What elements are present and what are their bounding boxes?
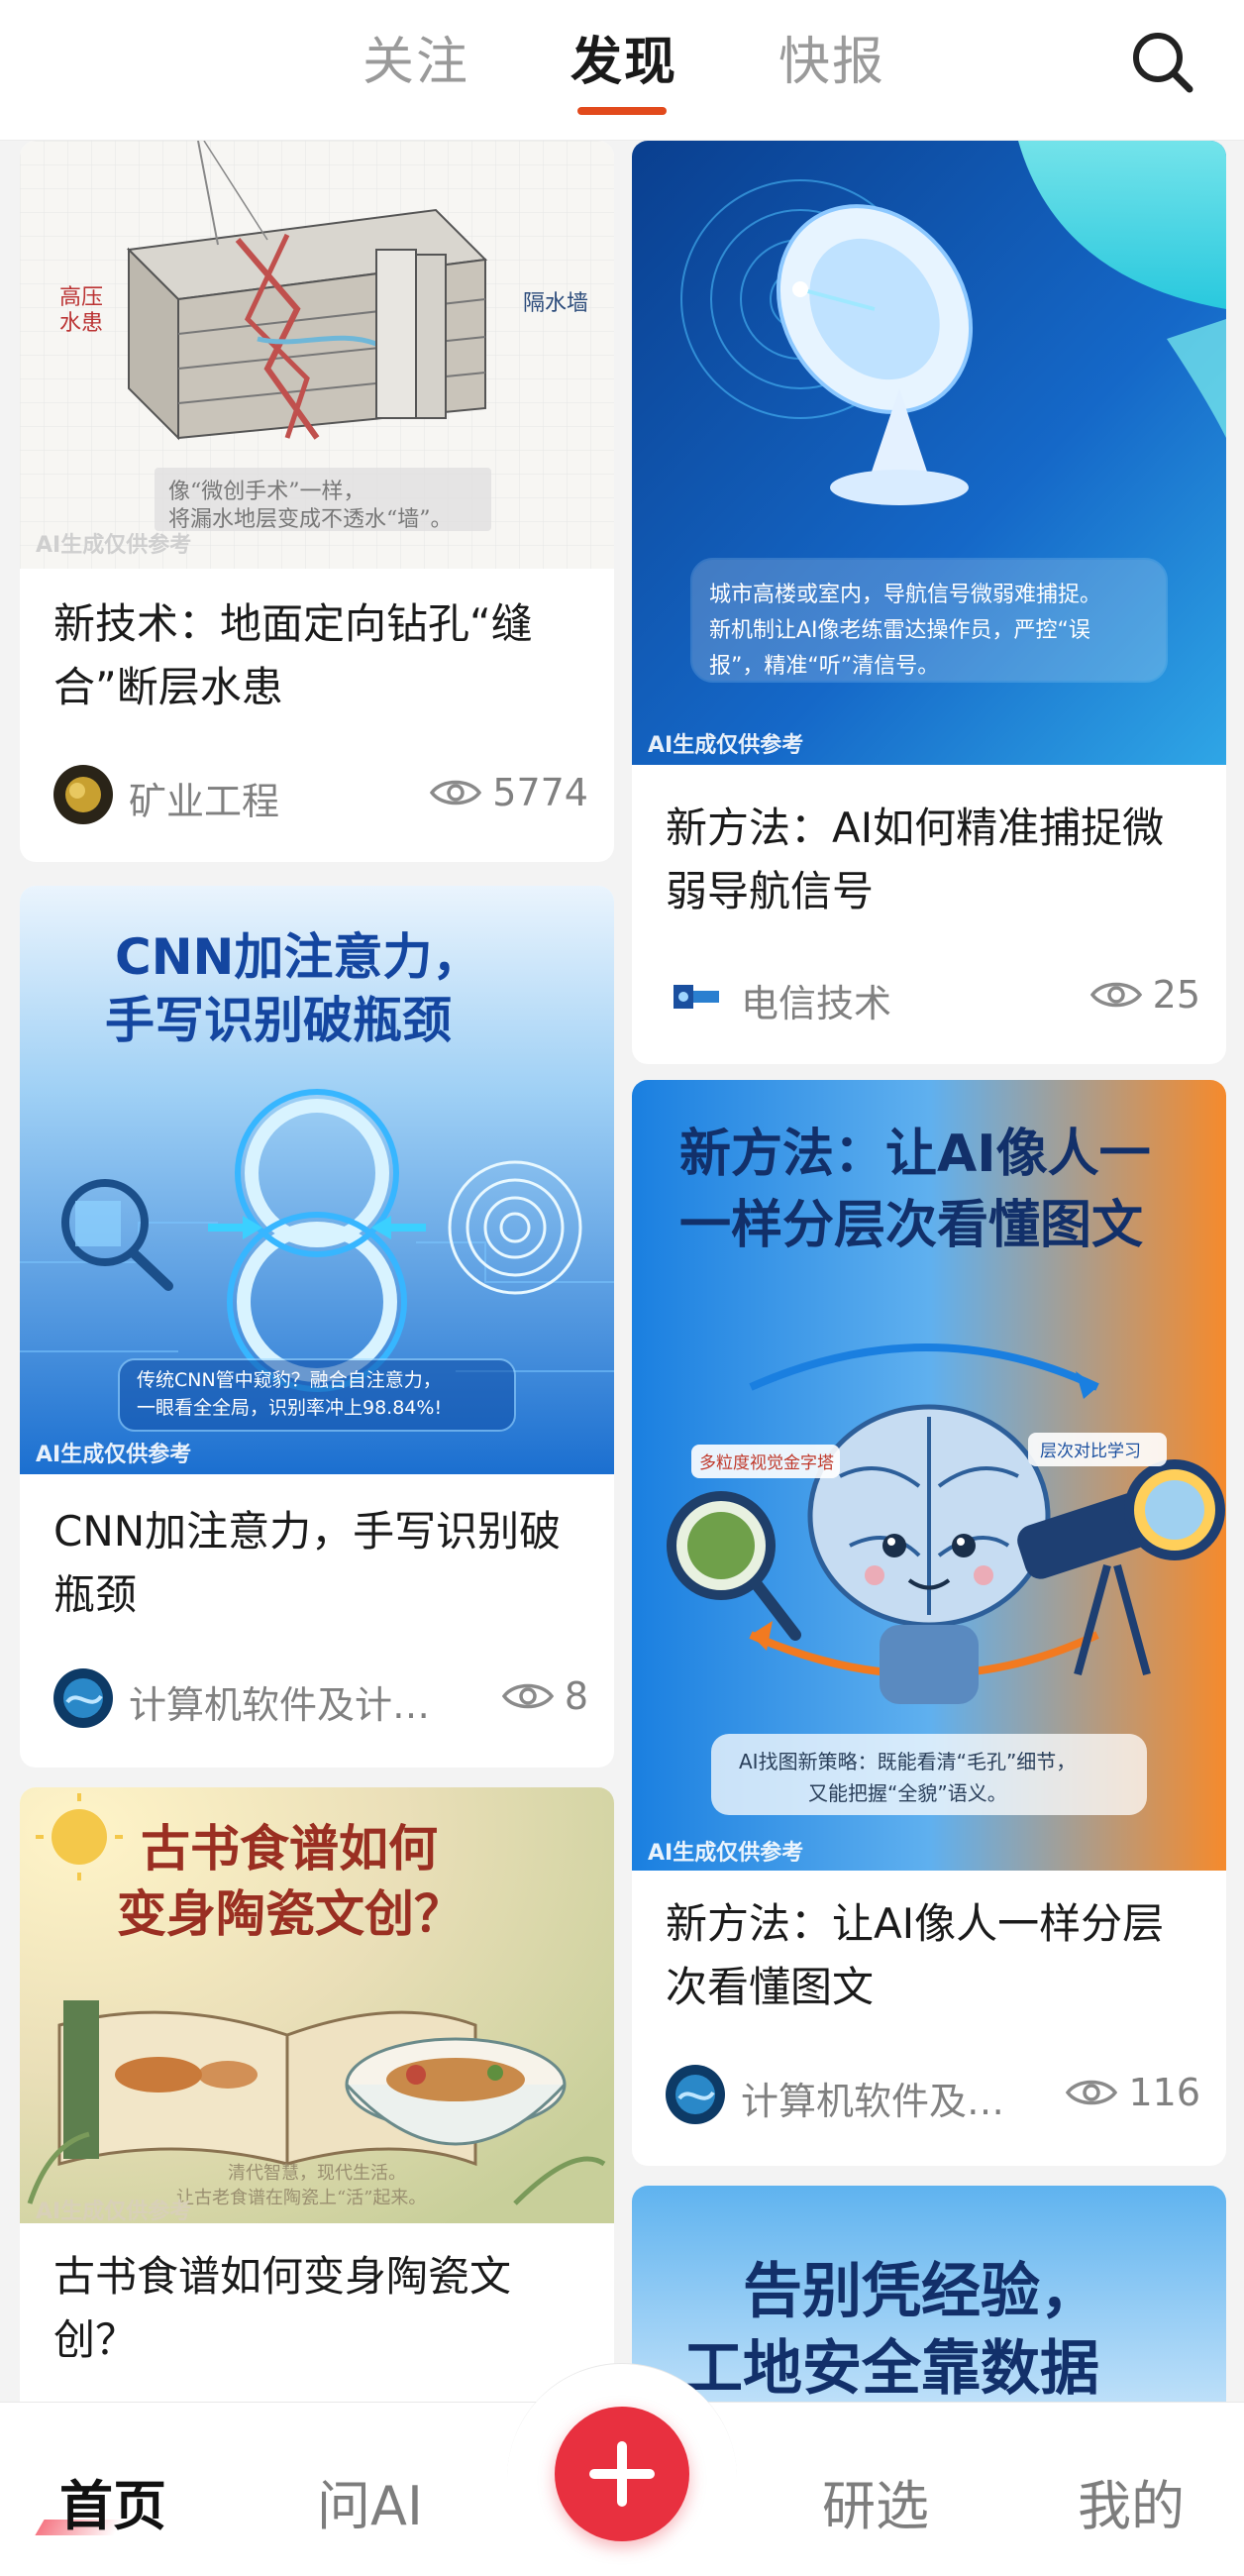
- active-tab-indicator: [577, 107, 667, 115]
- card-cover-image: 新方法：让AI像人一 一样分层次看懂图文 多粒度视觉金字塔 层次对比学习 AI找…: [632, 1080, 1226, 1871]
- source-avatar: [53, 1668, 113, 1728]
- cover-headline: CNN加注意力，: [115, 928, 482, 986]
- source-avatar: [666, 2065, 725, 2124]
- view-count: 8: [501, 1674, 588, 1718]
- card-title[interactable]: 新方法：让AI像人一样分层次看懂图文: [666, 1892, 1200, 2019]
- search-button[interactable]: [1124, 24, 1199, 99]
- cover-tag: 层次对比学习: [1040, 1442, 1141, 1461]
- card-title[interactable]: 古书食谱如何变身陶瓷文创？: [53, 2245, 588, 2372]
- top-nav-bar: 关注 发现 快报: [0, 0, 1244, 141]
- feed-card[interactable]: 古书食谱如何 变身陶瓷文创？ 清代智慧，现代生活。 让古老食谱在陶瓷上“活”起来…: [20, 1787, 614, 2481]
- cover-caption: AI找图新策略：既能看清“毛孔”细节，: [739, 1750, 1077, 1773]
- feed-card[interactable]: 城市高楼或室内，导航信号微弱难捕捉。 新机制让AI像老练雷达操作员，严控“误 报…: [632, 141, 1226, 1064]
- cover-headline: 新方法：让AI像人一: [679, 1125, 1151, 1184]
- cover-headline: 一样分层次看懂图文: [679, 1196, 1144, 1255]
- tab-follow[interactable]: 关注: [363, 20, 469, 94]
- tab-discover[interactable]: 发现: [570, 20, 677, 94]
- card-meta: 电信技术 25: [666, 967, 1200, 1028]
- bottom-nav-bar: 首页 问AI 研选 我的: [0, 2363, 1244, 2576]
- eye-icon: [1089, 982, 1142, 1007]
- cover-caption: 让古老食谱在陶瓷上“活”起来。: [176, 2188, 427, 2208]
- view-count-value: 25: [1152, 973, 1200, 1017]
- ai-generated-label: AI生成仅供参考: [36, 2200, 192, 2223]
- search-icon: [1133, 33, 1193, 93]
- cover-headline: 古书食谱如何: [141, 1819, 438, 1878]
- view-count: 116: [1065, 2071, 1200, 2114]
- view-count-value: 5774: [492, 771, 588, 814]
- view-count-value: 116: [1128, 2071, 1200, 2114]
- cover-text-label: 水患: [59, 311, 104, 336]
- cover-headline: 工地安全靠数据: [683, 2334, 1099, 2404]
- source-name[interactable]: 计算机软件及…: [741, 2071, 1038, 2125]
- card-title[interactable]: CNN加注意力，手写识别破瓶颈: [53, 1500, 588, 1627]
- card-title[interactable]: 新技术：地面定向钻孔“缝合”断层水患: [53, 592, 588, 719]
- card-meta: 矿业工程 5774: [53, 765, 588, 826]
- source-avatar: [53, 765, 113, 824]
- card-cover-image: CNN加注意力， 手写识别破瓶颈 传统CNN管中窥豹？融合自注意力， 一眼看全全…: [20, 886, 614, 1474]
- cover-caption: 传统CNN管中窥豹？融合自注意力，: [137, 1369, 442, 1391]
- cover-caption: 新机制让AI像老练雷达操作员，严控“误: [709, 618, 1090, 643]
- cover-caption: 城市高楼或室内，导航信号微弱难捕捉。: [709, 583, 1102, 607]
- create-post-button[interactable]: [555, 2407, 689, 2541]
- ai-generated-label: AI生成仅供参考: [648, 733, 804, 758]
- cover-headline: 手写识别破瓶颈: [105, 992, 452, 1049]
- view-count: 5774: [429, 771, 588, 814]
- cover-caption: 将漏水地层变成不透水“墙”。: [168, 507, 453, 532]
- source-name[interactable]: 矿业工程: [129, 771, 406, 825]
- nav-ask-ai[interactable]: 问AI: [317, 2462, 423, 2540]
- view-count: 25: [1089, 973, 1200, 1017]
- card-meta: 计算机软件及计… 8: [53, 1668, 588, 1730]
- card-meta: 计算机软件及… 116: [666, 2065, 1200, 2126]
- cover-text-label: 隔水墙: [523, 291, 589, 316]
- cover-caption: 报”，精准“听”清信号。: [709, 654, 940, 679]
- card-cover-image: 城市高楼或室内，导航信号微弱难捕捉。 新机制让AI像老练雷达操作员，严控“误 报…: [632, 141, 1226, 765]
- tab-news-flash[interactable]: 快报: [778, 20, 885, 94]
- ai-generated-label: AI生成仅供参考: [36, 533, 192, 558]
- feed-card[interactable]: 高压 水患 隔水墙 像“微创手术”一样， 将漏水地层变成不透水“墙”。 AI生成…: [20, 141, 614, 862]
- cover-caption: 又能把握“全貌”语义。: [808, 1781, 1007, 1805]
- source-avatar: [666, 967, 725, 1026]
- feed-card[interactable]: 新方法：让AI像人一 一样分层次看懂图文 多粒度视觉金字塔 层次对比学习 AI找…: [632, 1080, 1226, 2166]
- app-screen: 关注 发现 快报 高压 水患 隔水墙 像“微创手术”一样， 将漏水地层变成不透水…: [0, 0, 1244, 2576]
- ai-generated-label: AI生成仅供参考: [36, 1443, 192, 1467]
- cover-tag: 多粒度视觉金字塔: [699, 1453, 834, 1473]
- plus-icon: [589, 2441, 655, 2507]
- eye-icon: [501, 1683, 554, 1708]
- eye-icon: [430, 780, 482, 805]
- cover-headline: 变身陶瓷文创？: [117, 1884, 464, 1943]
- card-cover-image: 高压 水患 隔水墙 像“微创手术”一样， 将漏水地层变成不透水“墙”。 AI生成…: [20, 141, 614, 569]
- nav-profile[interactable]: 我的: [1078, 2462, 1185, 2540]
- cover-headline: 告别凭经验，: [743, 2257, 1099, 2326]
- nav-home[interactable]: 首页: [59, 2462, 166, 2540]
- feed-card[interactable]: CNN加注意力， 手写识别破瓶颈 传统CNN管中窥豹？融合自注意力， 一眼看全全…: [20, 886, 614, 1768]
- cover-caption: 清代智慧，现代生活。: [228, 2163, 406, 2184]
- card-title[interactable]: 新方法：AI如何精准捕捉微弱导航信号: [666, 797, 1200, 923]
- ai-generated-label: AI生成仅供参考: [648, 1841, 804, 1866]
- cover-caption: 一眼看全全局，识别率冲上98.84%!: [137, 1397, 443, 1419]
- card-cover-image: 古书食谱如何 变身陶瓷文创？ 清代智慧，现代生活。 让古老食谱在陶瓷上“活”起来…: [20, 1787, 614, 2223]
- view-count-value: 8: [564, 1674, 588, 1718]
- nav-research-picks[interactable]: 研选: [822, 2462, 929, 2540]
- eye-icon: [1066, 2080, 1118, 2104]
- source-name[interactable]: 电信技术: [741, 973, 998, 1027]
- source-name[interactable]: 计算机软件及计…: [129, 1674, 456, 1729]
